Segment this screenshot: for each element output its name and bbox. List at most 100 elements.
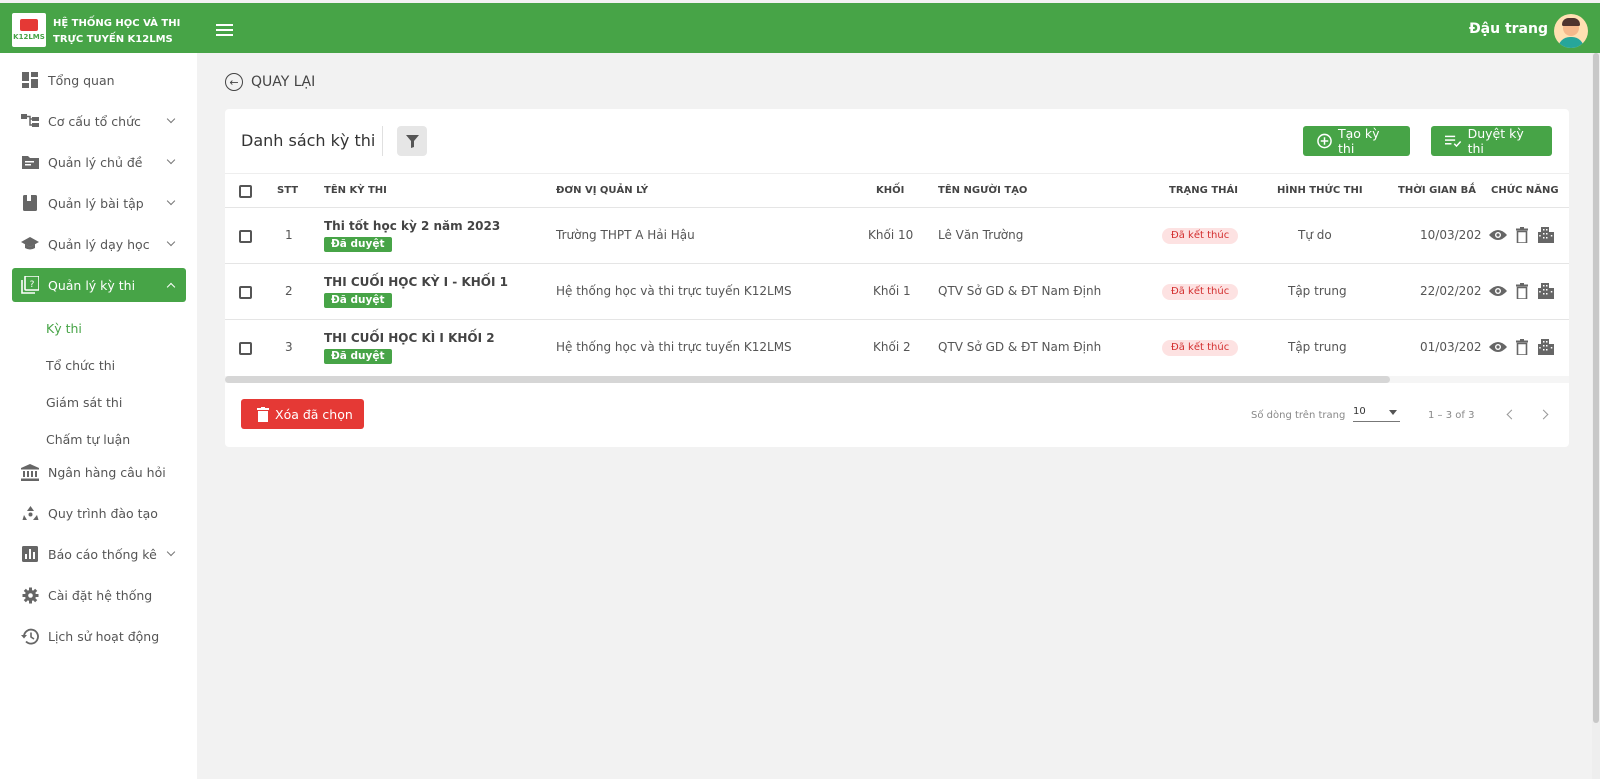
sidebar-item-label: Tổng quan: [48, 72, 115, 88]
svg-text:?: ?: [30, 280, 35, 290]
avatar[interactable]: [1554, 14, 1588, 48]
row-start-time: 01/03/202: [1420, 340, 1482, 354]
col-stt[interactable]: STT: [277, 185, 298, 196]
table-row[interactable]: 1 Thi tốt học kỳ 2 năm 2023 Đã duyệt Trư…: [225, 208, 1569, 264]
back-label: QUAY LẠI: [251, 74, 316, 90]
sidebar-item-label: Cơ cấu tổ chức: [48, 113, 141, 129]
sidebar-item-org[interactable]: Cơ cấu tổ chức: [12, 104, 186, 138]
sidebar-item-label: Quản lý dạy học: [48, 236, 150, 252]
col-grade[interactable]: KHỐI: [876, 185, 904, 196]
exam-name[interactable]: THI CUỐI HỌC KỲ I - KHỐI 1: [324, 275, 508, 289]
sidebar-item-exams[interactable]: ? Quản lý kỳ thi: [12, 268, 186, 302]
col-unit[interactable]: ĐƠN VỊ QUẢN LÝ: [556, 185, 648, 196]
row-stt: 2: [285, 284, 293, 298]
chevron-left-icon: [1506, 409, 1516, 419]
sidebar-subitem-exams[interactable]: Kỳ thi: [46, 321, 82, 336]
review-exam-button[interactable]: Duyệt kỳ thi: [1431, 126, 1552, 156]
chevron-down-icon: [166, 547, 176, 557]
row-start-time: 10/03/202: [1420, 228, 1482, 242]
rows-per-page-label: Số dòng trên trang: [1251, 410, 1346, 421]
sidebar-item-topics[interactable]: Quản lý chủ đề: [12, 145, 186, 179]
menu-toggle-icon[interactable]: [216, 24, 233, 37]
row-checkbox[interactable]: [239, 342, 252, 355]
col-actions: CHỨC NĂNG: [1491, 185, 1559, 196]
trash-icon: [257, 406, 269, 422]
table-scrollbar-thumb[interactable]: [225, 376, 1390, 383]
sidebar-item-training[interactable]: Quy trình đào tạo: [12, 496, 186, 530]
sidebar-item-settings[interactable]: Cài đặt hệ thống: [12, 578, 186, 612]
trash-icon[interactable]: [1513, 338, 1531, 356]
sidebar-item-label: Quản lý bài tập: [48, 195, 144, 211]
back-button[interactable]: ← QUAY LẠI: [225, 73, 315, 91]
col-exam-name[interactable]: TÊN KỲ THI: [324, 185, 387, 196]
app-logo[interactable]: K12LMS: [12, 13, 46, 47]
exam-name[interactable]: Thi tốt học kỳ 2 năm 2023: [324, 219, 500, 233]
row-grade: Khối 1: [873, 284, 911, 298]
rows-per-page-select[interactable]: 10: [1353, 406, 1400, 422]
prev-page-button[interactable]: [1502, 405, 1520, 423]
bar-chart-icon: [21, 545, 39, 563]
org-tree-icon: [21, 112, 39, 130]
divider: [382, 126, 383, 156]
select-all-checkbox[interactable]: [239, 185, 252, 198]
table-row[interactable]: 3 THI CUỐI HỌC KÌ I KHỐI 2 Đã duyệt Hệ t…: [225, 320, 1569, 376]
user-name[interactable]: Đậu trang: [1469, 21, 1548, 37]
filter-icon: [405, 134, 419, 148]
view-icon[interactable]: [1489, 282, 1507, 300]
sidebar-item-question-bank[interactable]: Ngân hàng câu hỏi: [12, 455, 186, 489]
filter-button[interactable]: [397, 126, 427, 156]
page-scrollbar-thumb[interactable]: [1593, 53, 1599, 723]
sidebar-item-teaching[interactable]: Quản lý dạy học: [12, 227, 186, 261]
sidebar-item-history[interactable]: Lịch sử hoạt động: [12, 619, 186, 653]
delete-selected-button[interactable]: Xóa đã chọn: [241, 399, 364, 429]
row-unit: Trường THPT A Hải Hậu: [556, 228, 695, 242]
page-title: Danh sách kỳ thi: [241, 131, 376, 150]
row-creator: Lê Văn Trường: [938, 228, 1024, 242]
sidebar-subitem-organize[interactable]: Tổ chức thi: [46, 358, 115, 373]
approved-badge: Đã duyệt: [324, 349, 392, 364]
sidebar-item-dashboard[interactable]: Tổng quan: [12, 63, 186, 97]
brand-title: HỆ THỐNG HỌC VÀ THI TRỰC TUYẾN K12LMS: [53, 16, 180, 48]
review-exam-label: Duyệt kỳ thi: [1467, 126, 1524, 156]
sidebar-item-label: Báo cáo thống kê: [48, 546, 157, 562]
col-status[interactable]: TRẠNG THÁI: [1169, 185, 1238, 196]
row-checkbox[interactable]: [239, 230, 252, 243]
exam-list-card: Danh sách kỳ thi Tạo kỳ thi Duyệt kỳ thi…: [225, 109, 1569, 447]
col-creator[interactable]: TÊN NGƯỜI TẠO: [938, 185, 1027, 196]
sidebar-item-exercises[interactable]: Quản lý bài tập: [12, 186, 186, 220]
sidebar-item-label: Quản lý kỳ thi: [48, 277, 136, 293]
view-icon[interactable]: [1489, 226, 1507, 244]
sidebar-subitem-grading[interactable]: Chấm tự luận: [46, 432, 130, 447]
sidebar-item-label: Quản lý chủ đề: [48, 154, 143, 170]
building-icon[interactable]: [1537, 226, 1555, 244]
view-icon[interactable]: [1489, 338, 1507, 356]
col-start-time[interactable]: THỜI GIAN BẮ: [1398, 185, 1476, 196]
dashboard-icon: [21, 71, 39, 89]
top-header: K12LMS HỆ THỐNG HỌC VÀ THI TRỰC TUYẾN K1…: [0, 3, 1600, 53]
col-mode[interactable]: HÌNH THỨC THI: [1277, 185, 1363, 196]
table-row[interactable]: 2 THI CUỐI HỌC KỲ I - KHỐI 1 Đã duyệt Hệ…: [225, 264, 1569, 320]
create-exam-button[interactable]: Tạo kỳ thi: [1303, 126, 1410, 156]
row-unit: Hệ thống học và thi trực tuyến K12LMS: [556, 340, 792, 354]
chevron-up-icon: [166, 282, 176, 292]
sidebar-item-reports[interactable]: Báo cáo thống kê: [12, 537, 186, 571]
building-icon[interactable]: [1537, 282, 1555, 300]
sidebar-subitem-proctor[interactable]: Giám sát thi: [46, 395, 122, 410]
rows-per-page-value: 10: [1353, 406, 1366, 417]
book-icon: [21, 194, 39, 212]
exam-name[interactable]: THI CUỐI HỌC KÌ I KHỐI 2: [324, 331, 495, 345]
chevron-down-icon: [166, 237, 176, 247]
next-page-button[interactable]: [1534, 405, 1552, 423]
recycle-icon: [21, 504, 39, 522]
row-mode: Tự do: [1298, 228, 1332, 242]
row-checkbox[interactable]: [239, 286, 252, 299]
row-grade: Khối 2: [873, 340, 911, 354]
row-stt: 3: [285, 340, 293, 354]
pagination-range: 1 – 3 of 3: [1428, 410, 1475, 421]
building-icon[interactable]: [1537, 338, 1555, 356]
row-grade: Khối 10: [868, 228, 914, 242]
trash-icon[interactable]: [1513, 282, 1531, 300]
status-badge: Đã kết thúc: [1162, 228, 1239, 244]
trash-icon[interactable]: [1513, 226, 1531, 244]
row-creator: QTV Sở GD & ĐT Nam Định: [938, 340, 1102, 354]
